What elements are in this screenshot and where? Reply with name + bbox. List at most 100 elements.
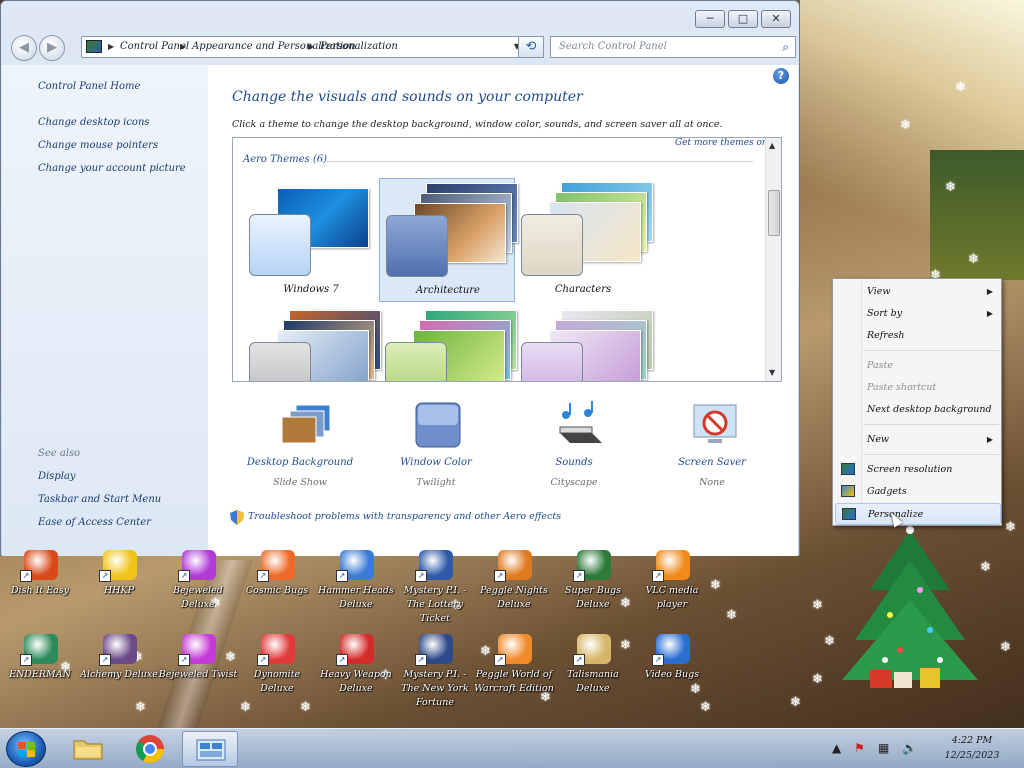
snowflake-icon: ❄ bbox=[812, 672, 823, 687]
menu-item-label: New bbox=[867, 434, 890, 445]
menu-item-label: Gadgets bbox=[867, 486, 907, 497]
group-divider bbox=[313, 161, 753, 162]
desktop-icon[interactable]: ↗ Hammer Heads Deluxe bbox=[316, 550, 396, 620]
desktop-icon[interactable]: ↗ Super Bugs Deluxe bbox=[553, 550, 633, 620]
menu-item-gadgets[interactable]: Gadgets bbox=[835, 481, 1001, 503]
desktop-icon[interactable]: ↗ ENDERMAN bbox=[0, 634, 80, 704]
desktop-icon[interactable]: ↗ VLC media player bbox=[632, 550, 712, 620]
window-color-label: Window Color bbox=[400, 457, 472, 468]
address-bar[interactable]: ▶ Control Panel ▶ Appearance and Persona… bbox=[81, 36, 525, 58]
help-icon[interactable]: ? bbox=[773, 68, 789, 84]
theme-architecture[interactable]: Architecture bbox=[379, 178, 518, 302]
desktop-icon[interactable]: ↗ Cosmic Bugs bbox=[237, 550, 317, 620]
network-icon[interactable]: ▦ bbox=[878, 741, 889, 755]
screen-saver-item[interactable]: Screen Saver None bbox=[652, 397, 772, 497]
display-link[interactable]: Display bbox=[38, 471, 76, 482]
minimize-button[interactable]: ─ bbox=[695, 10, 725, 28]
desktop-icon-label: Bejeweled Deluxe bbox=[173, 585, 223, 610]
menu-item-label: View bbox=[867, 286, 891, 297]
forward-button[interactable]: ▶ bbox=[39, 35, 65, 61]
clock[interactable]: 4:22 PM 12/25/2023 bbox=[934, 733, 1010, 763]
snowflake-icon: ❄ bbox=[726, 608, 737, 623]
clock-date: 12/25/2023 bbox=[944, 750, 1000, 761]
window-color-item[interactable]: Window Color Twilight bbox=[376, 397, 496, 497]
desktop-icon[interactable]: ↗ Dish It Easy bbox=[0, 550, 80, 620]
taskbar-control-panel-button[interactable] bbox=[182, 731, 238, 767]
change-account-picture-link[interactable]: Change your account picture bbox=[38, 163, 186, 174]
theme-scenes[interactable] bbox=[515, 306, 653, 381]
desktop-icon-label: Cosmic Bugs bbox=[245, 585, 309, 596]
theme-list-scrollbar[interactable]: ▲ ▼ bbox=[765, 138, 781, 381]
desktop-icon[interactable]: ↗ Dynomite Deluxe bbox=[237, 634, 317, 704]
desktop-background-label: Desktop Background bbox=[246, 457, 354, 468]
change-mouse-pointers-link[interactable]: Change mouse pointers bbox=[38, 140, 158, 151]
menu-item-personalize[interactable]: Personalize bbox=[835, 503, 1001, 525]
action-center-flag-icon[interactable]: ⚑ bbox=[854, 741, 865, 755]
scroll-up-icon[interactable]: ▲ bbox=[769, 141, 775, 150]
screen-saver-value: None bbox=[699, 477, 725, 488]
desktop-icon[interactable]: ↗ Mystery P.I. - The Lottery Ticket bbox=[395, 550, 475, 624]
desktop-icon[interactable]: ↗ Bejeweled Twist bbox=[158, 634, 238, 704]
show-hidden-icons-icon[interactable]: ▲ bbox=[832, 741, 841, 755]
shortcut-arrow-icon: ↗ bbox=[336, 654, 348, 666]
scroll-thumb[interactable] bbox=[768, 190, 780, 236]
theme-color-swatch bbox=[521, 214, 583, 276]
breadcrumb-control-panel[interactable]: Control Panel bbox=[120, 37, 189, 57]
menu-item-paste-shortcut[interactable]: Paste shortcut bbox=[835, 377, 1001, 399]
close-button[interactable]: ✕ bbox=[761, 10, 791, 28]
theme-landscapes[interactable] bbox=[243, 306, 381, 381]
start-button[interactable] bbox=[6, 731, 46, 767]
taskbar-chrome-button[interactable] bbox=[122, 731, 178, 767]
window-color-icon bbox=[414, 401, 461, 448]
sounds-item[interactable]: Sounds Cityscape bbox=[514, 397, 634, 497]
desktop-icon[interactable]: ↗ Mystery P.I. - The New York Fortune bbox=[395, 634, 475, 708]
menu-item-sort-by[interactable]: Sort by ▶ bbox=[835, 303, 1001, 325]
refresh-button[interactable]: ⟲ bbox=[518, 36, 544, 58]
desktop-icon[interactable]: ↗ Video Bugs bbox=[632, 634, 712, 704]
menu-item-label: Sort by bbox=[867, 308, 903, 319]
desktop-context-menu: View ▶ Sort by ▶ Refresh Paste Paste shortcut N… bbox=[832, 278, 1002, 526]
menu-separator bbox=[863, 454, 999, 455]
menu-item-new[interactable]: New ▶ bbox=[835, 429, 1001, 451]
desktop-icon-label: Dynomite Deluxe bbox=[253, 669, 301, 694]
theme-nature[interactable] bbox=[379, 306, 517, 381]
volume-icon[interactable]: 🔊 bbox=[902, 741, 917, 755]
breadcrumb-personalization[interactable]: Personalization bbox=[320, 37, 398, 57]
maximize-button[interactable]: □ bbox=[728, 10, 758, 28]
theme-color-swatch bbox=[386, 215, 448, 277]
change-desktop-icons-link[interactable]: Change desktop icons bbox=[38, 117, 150, 128]
snowflake-icon: ❄ bbox=[945, 180, 956, 195]
theme-windows-7[interactable]: Windows 7 bbox=[243, 178, 379, 302]
submenu-arrow-icon: ▶ bbox=[986, 287, 993, 296]
desktop-background-icon bbox=[278, 401, 331, 447]
troubleshoot-link[interactable]: Troubleshoot problems with transparency … bbox=[230, 510, 562, 525]
taskbar-explorer-button[interactable] bbox=[60, 731, 116, 767]
menu-item-paste[interactable]: Paste bbox=[835, 355, 1001, 377]
scroll-down-icon[interactable]: ▼ bbox=[769, 368, 775, 377]
troubleshoot-label: Troubleshoot problems with transparency … bbox=[248, 511, 562, 522]
navigation-bar: ◀ ▶ ▶ Control Panel ▶ Appearance and Per… bbox=[9, 33, 797, 61]
theme-characters[interactable]: Characters bbox=[515, 178, 653, 302]
desktop-icon[interactable]: ↗ Alchemy Deluxe bbox=[79, 634, 159, 704]
search-icon[interactable]: ⌕ bbox=[782, 37, 789, 57]
ease-of-access-link[interactable]: Ease of Access Center bbox=[38, 517, 151, 528]
menu-item-view[interactable]: View ▶ bbox=[835, 281, 1001, 303]
title-bar[interactable]: ─ □ ✕ bbox=[1, 1, 799, 33]
desktop-icon[interactable]: ↗ Heavy Weapon Deluxe bbox=[316, 634, 396, 704]
desktop-icon[interactable]: ↗ Talismania Deluxe bbox=[553, 634, 633, 704]
back-button[interactable]: ◀ bbox=[11, 35, 37, 61]
menu-item-label: Paste shortcut bbox=[867, 382, 937, 393]
menu-item-screen-resolution[interactable]: Screen resolution bbox=[835, 459, 1001, 481]
left-pane: Control Panel Home Change desktop icons … bbox=[2, 65, 208, 556]
taskbar-start-menu-link[interactable]: Taskbar and Start Menu bbox=[38, 494, 161, 505]
snowflake-icon: ❄ bbox=[980, 560, 991, 575]
control-panel-home-link[interactable]: Control Panel Home bbox=[38, 81, 140, 92]
menu-item-next-desktop-background[interactable]: Next desktop background bbox=[835, 399, 1001, 421]
desktop-icon[interactable]: ↗ Peggle World of Warcraft Edition bbox=[474, 634, 554, 704]
desktop-background-item[interactable]: Desktop Background Slide Show bbox=[240, 397, 360, 497]
desktop-icon[interactable]: ↗ Bejeweled Deluxe bbox=[158, 550, 238, 620]
desktop-icon[interactable]: ↗ HHKP bbox=[79, 550, 159, 620]
desktop-icon[interactable]: ↗ Peggle Nights Deluxe bbox=[474, 550, 554, 620]
menu-item-refresh[interactable]: Refresh bbox=[835, 325, 1001, 347]
search-input[interactable]: Search Control Panel ⌕ bbox=[550, 36, 796, 58]
